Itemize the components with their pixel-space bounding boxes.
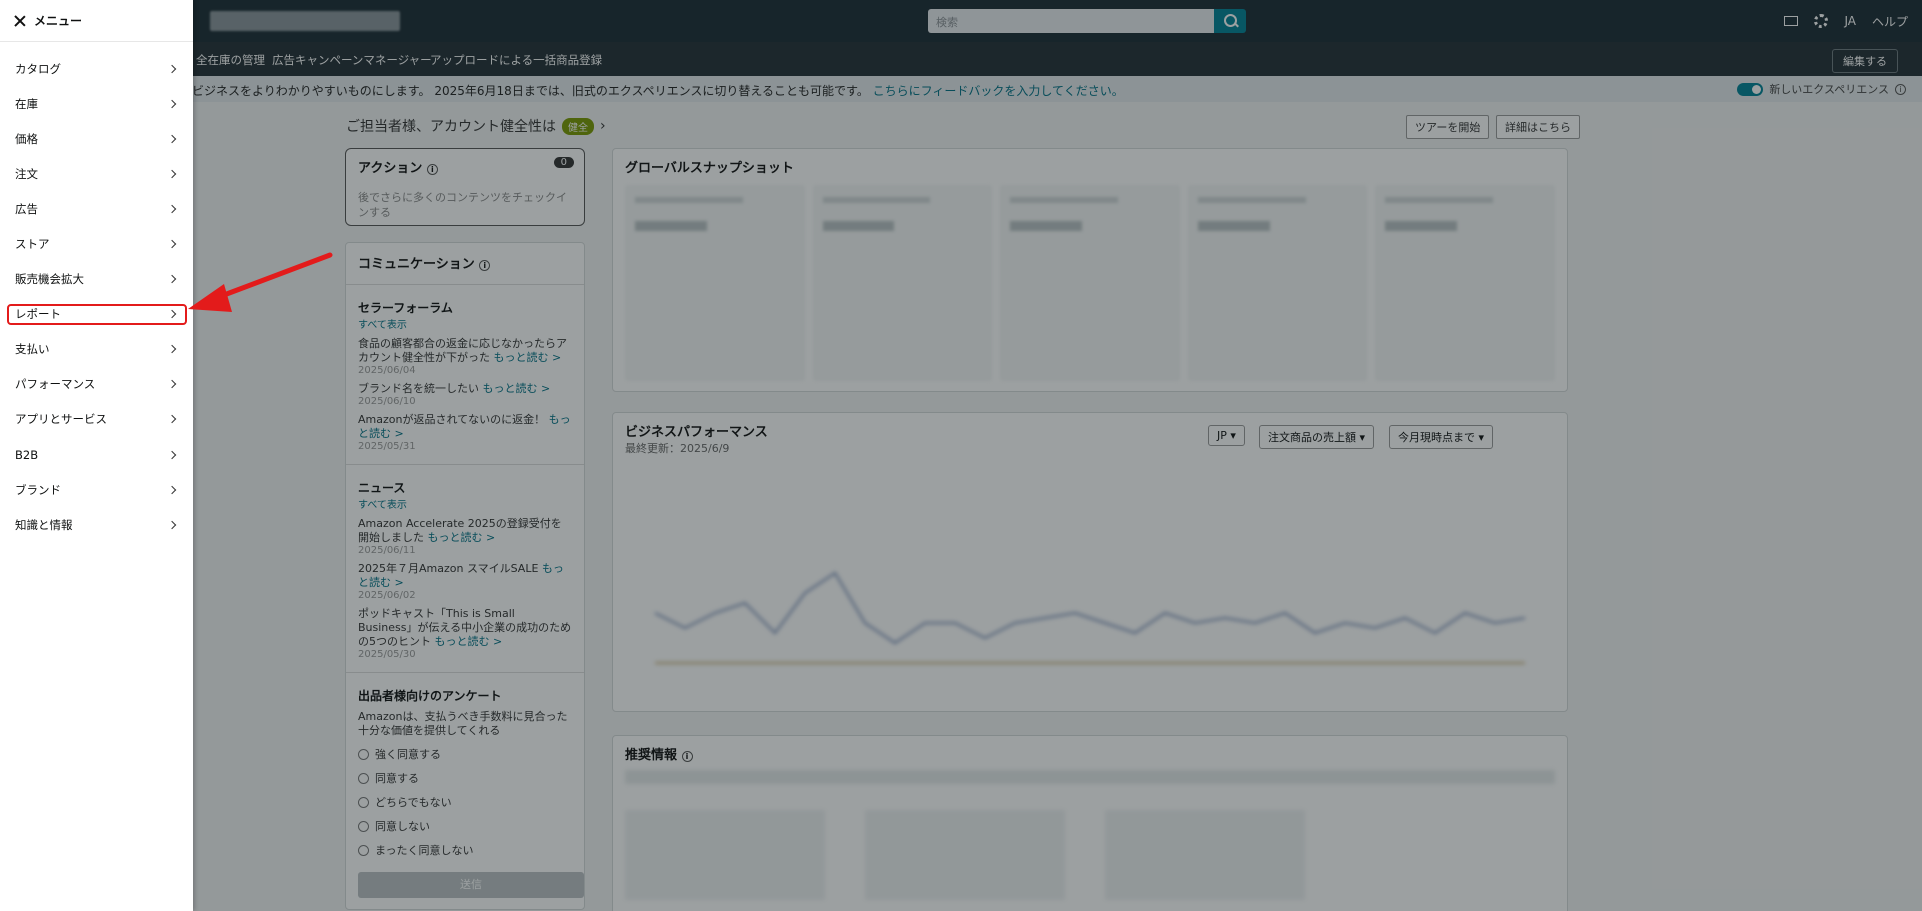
menu-header: メニュー: [0, 0, 193, 42]
chevron-right-icon: [167, 64, 177, 73]
chevron-right-icon: [167, 380, 177, 389]
menu-item-label: カタログ: [15, 61, 61, 76]
menu-item-label: 支払い: [15, 342, 50, 357]
chevron-right-icon: [167, 204, 177, 214]
chevron-right-icon: [167, 274, 177, 284]
menu-item-label: 価格: [15, 131, 38, 146]
menu-item-advertising[interactable]: 広告: [0, 191, 193, 226]
menu-item-growth[interactable]: 販売機会拡大: [0, 262, 193, 297]
close-icon[interactable]: [14, 15, 26, 27]
menu-item-label: 販売機会拡大: [15, 272, 84, 287]
menu-item-stores[interactable]: ストア: [0, 226, 193, 261]
chevron-right-icon: [167, 134, 177, 143]
menu-item-pricing[interactable]: 価格: [0, 121, 193, 156]
menu-item-label: 在庫: [15, 96, 38, 111]
menu-item-orders[interactable]: 注文: [0, 156, 193, 191]
chevron-right-icon: [167, 450, 177, 459]
navigation-menu: メニュー カタログ 在庫 価格 注文 広告 ストア 販売機会拡大 レポート 支払…: [0, 0, 193, 911]
menu-item-label: ブランド: [15, 482, 61, 497]
chevron-right-icon: [167, 345, 177, 354]
chevron-right-icon: [167, 239, 177, 249]
chevron-right-icon: [167, 169, 177, 179]
chevron-right-icon: [167, 485, 177, 494]
menu-item-label: B2B: [15, 447, 39, 462]
reports-highlight-box: [7, 304, 187, 325]
menu-item-performance[interactable]: パフォーマンス: [0, 367, 193, 402]
menu-item-catalog[interactable]: カタログ: [0, 51, 193, 86]
menu-item-inventory[interactable]: 在庫: [0, 86, 193, 121]
chevron-right-icon: [167, 99, 177, 108]
menu-list: カタログ 在庫 価格 注文 広告 ストア 販売機会拡大 レポート 支払い パフォ…: [0, 51, 193, 542]
menu-item-label: ストア: [15, 237, 50, 252]
menu-item-label: パフォーマンス: [15, 377, 96, 392]
menu-item-apps-services[interactable]: アプリとサービス: [0, 402, 193, 437]
menu-item-label: アプリとサービス: [15, 412, 107, 427]
menu-title: メニュー: [34, 14, 83, 28]
menu-item-label: 知識と情報: [15, 517, 73, 532]
chevron-right-icon: [167, 415, 177, 424]
menu-item-label: 注文: [15, 166, 38, 181]
chevron-right-icon: [167, 520, 177, 530]
menu-item-payments[interactable]: 支払い: [0, 332, 193, 367]
menu-item-b2b[interactable]: B2B: [0, 437, 193, 472]
menu-item-label: 広告: [15, 201, 38, 216]
menu-item-learn[interactable]: 知識と情報: [0, 507, 193, 542]
menu-item-brands[interactable]: ブランド: [0, 472, 193, 507]
modal-overlay[interactable]: [0, 0, 1922, 911]
